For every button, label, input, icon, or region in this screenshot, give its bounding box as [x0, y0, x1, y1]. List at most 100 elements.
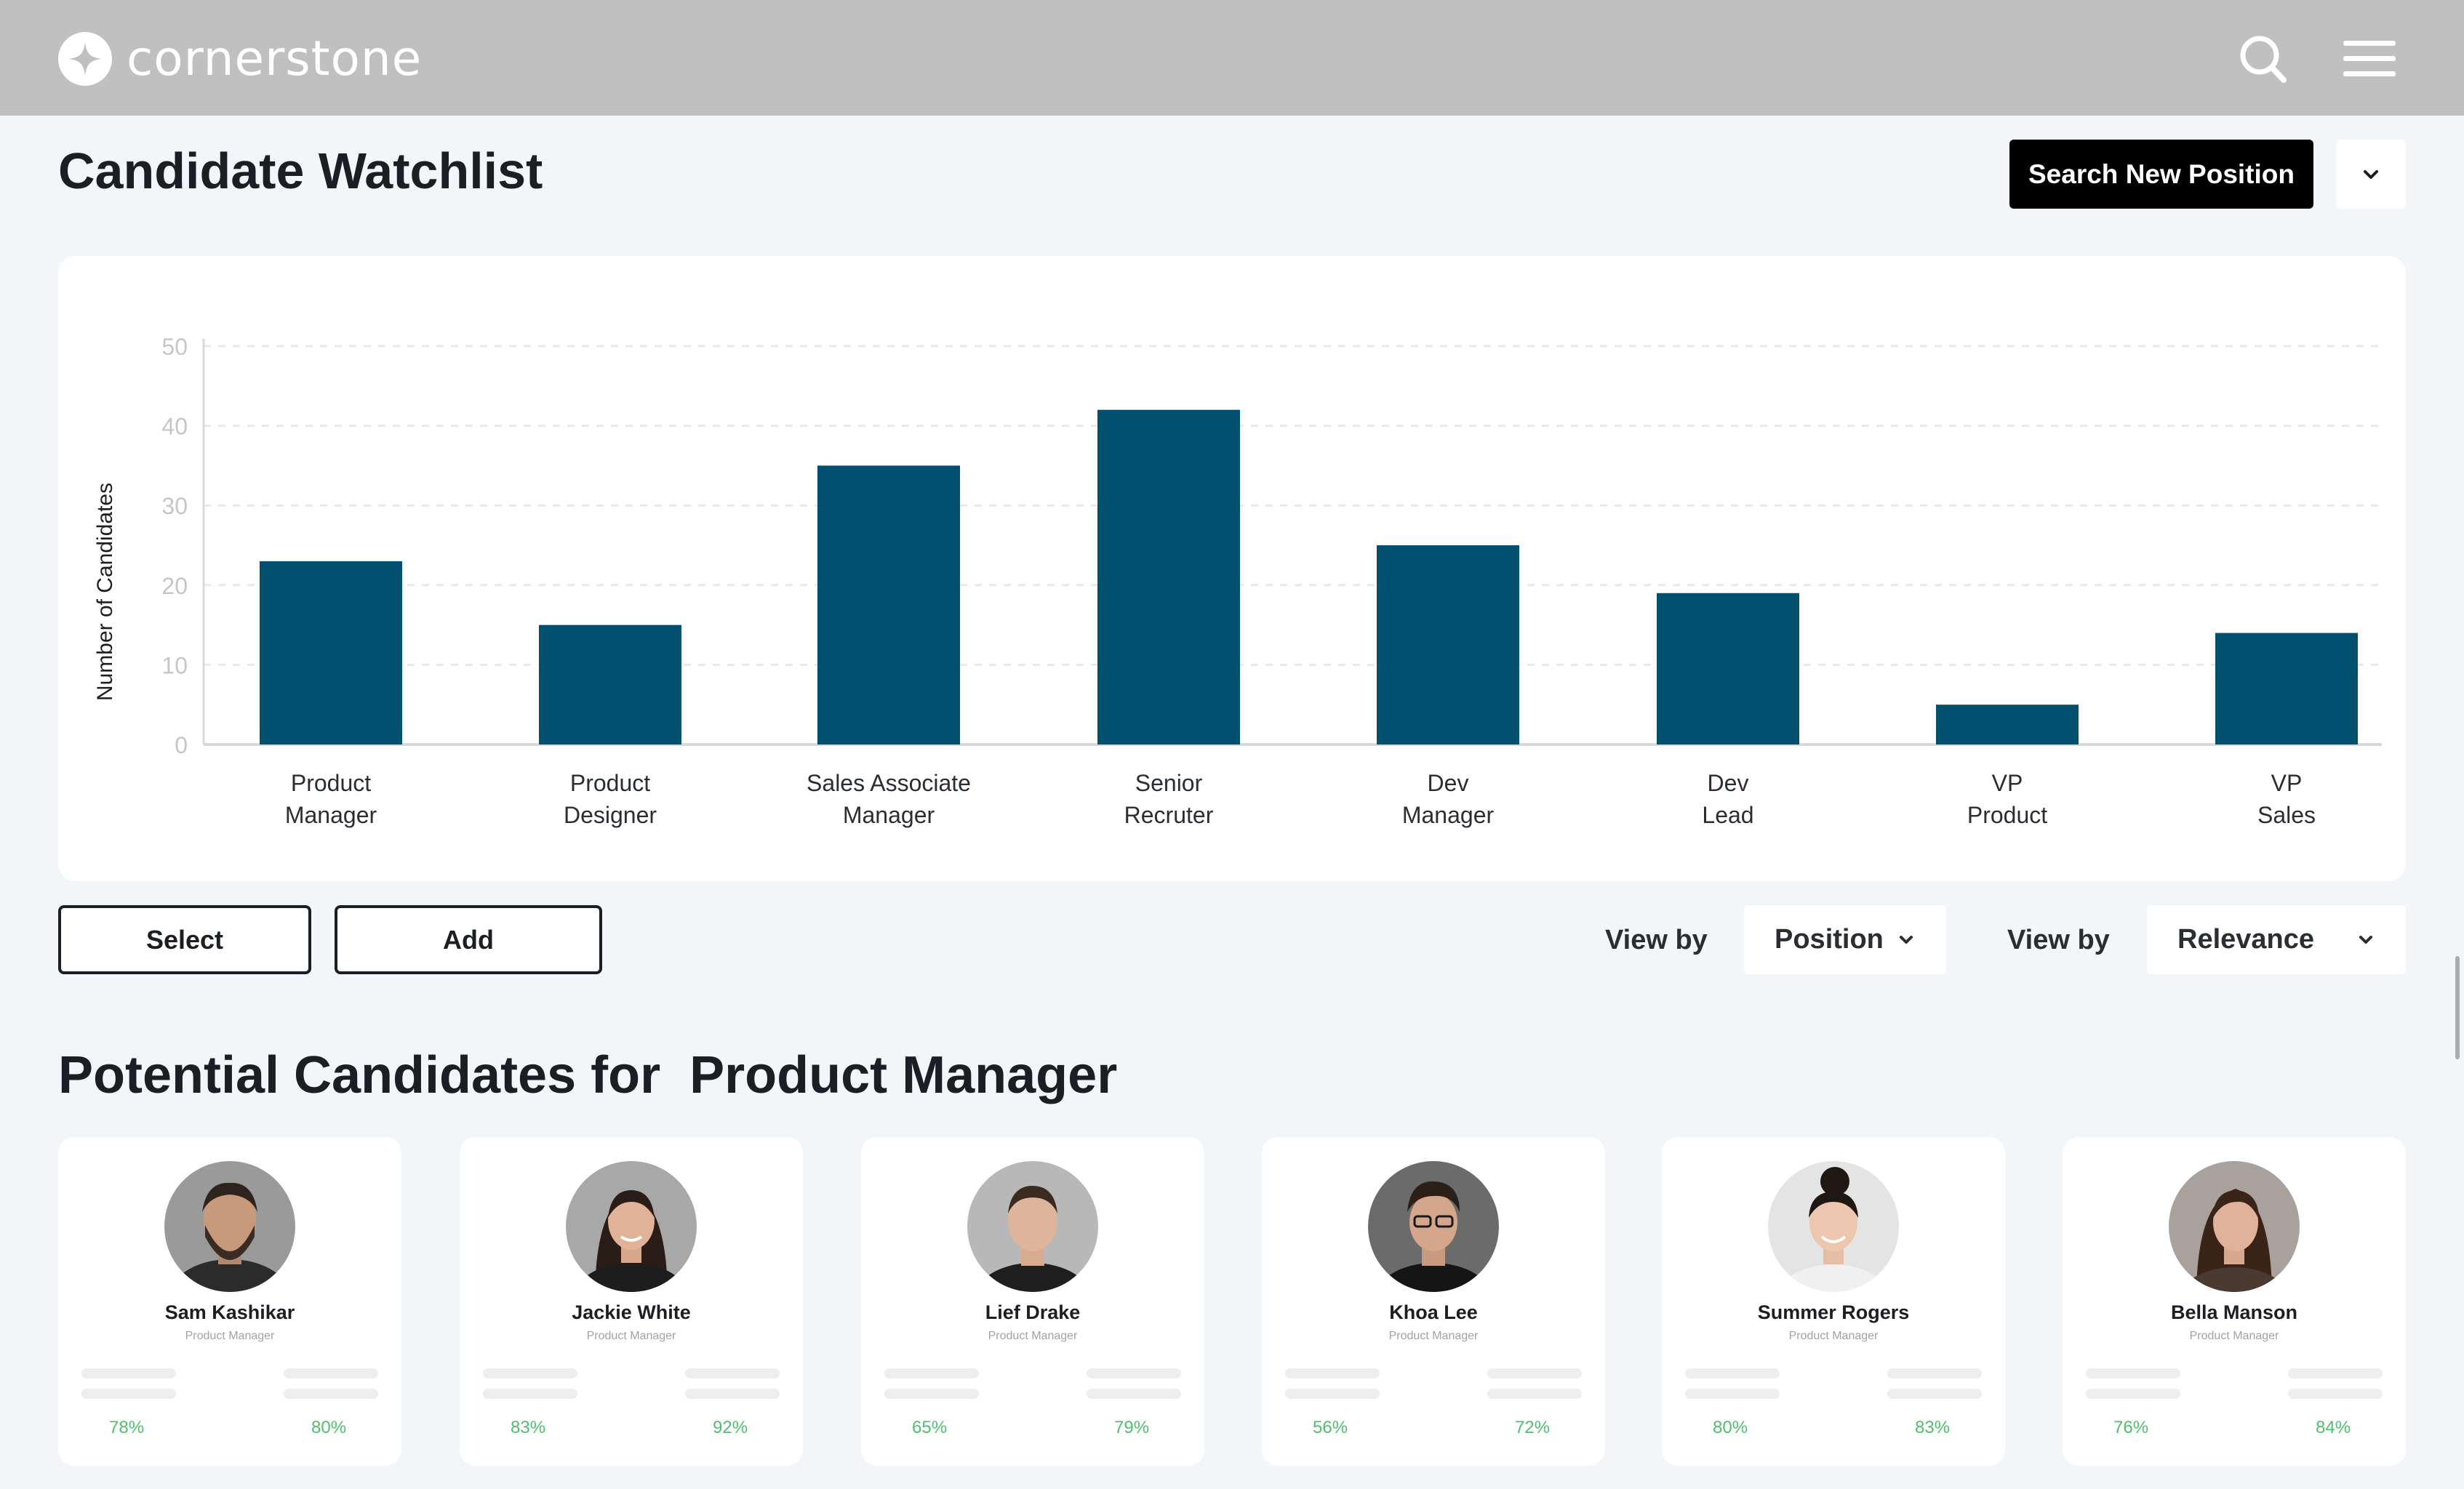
- match-score-left: 80%: [1713, 1418, 1748, 1437]
- y-tick-label: 10: [161, 652, 188, 678]
- skeleton-bar: [2086, 1389, 2180, 1399]
- skeleton-bar: [284, 1389, 378, 1399]
- page-scrollbar[interactable]: [2455, 956, 2460, 1059]
- x-tick-label: Product: [570, 770, 650, 796]
- skeleton-bar: [1887, 1368, 1982, 1378]
- chevron-down-icon: [2364, 169, 2378, 179]
- candidate-card[interactable]: Summer Rogers Product Manager 80% 83%: [1662, 1137, 2005, 1466]
- x-tick-label: VP: [2271, 770, 2303, 796]
- select-button[interactable]: Select: [58, 905, 311, 974]
- candidate-card[interactable]: Sam Kashikar Product Manager 78% 80%: [58, 1137, 401, 1466]
- candidate-card[interactable]: Jackie White Product Manager 83% 92%: [460, 1137, 803, 1466]
- chart-card: 0 10 20 30 40 50 Number of Candidates Product Ma…: [58, 256, 2406, 881]
- skeleton-bar: [1685, 1368, 1780, 1378]
- page-title: Candidate Watchlist: [58, 143, 543, 199]
- skeleton-bar: [884, 1368, 979, 1378]
- x-tick-label: VP: [1992, 770, 2023, 796]
- y-tick-label: 50: [161, 334, 188, 360]
- candidate-card[interactable]: Lief Drake Product Manager 65% 79%: [861, 1137, 1204, 1466]
- x-tick-label: Recruter: [1124, 802, 1214, 828]
- skeleton-bar: [2288, 1389, 2383, 1399]
- x-tick-label: Dev: [1428, 770, 1469, 796]
- bar[interactable]: [2215, 633, 2358, 744]
- skeleton-bar: [1487, 1368, 1582, 1378]
- x-tick-label: Lead: [1702, 802, 1753, 828]
- candidate-role: Product Manager: [1388, 1330, 1479, 1342]
- match-score-left: 83%: [511, 1418, 546, 1437]
- add-button[interactable]: Add: [335, 905, 602, 974]
- skeleton-bar: [884, 1389, 979, 1399]
- match-score-right: 79%: [1114, 1418, 1150, 1437]
- candidate-role: Product Manager: [988, 1330, 1078, 1342]
- skeleton-bar: [81, 1368, 176, 1378]
- x-tick-label: Sales: [2257, 802, 2316, 828]
- skeleton-bar: [81, 1389, 176, 1399]
- avatar: [967, 1161, 1098, 1292]
- view-by-position-dropdown[interactable]: Position: [1744, 905, 1946, 974]
- chevron-down-icon: [2359, 935, 2372, 944]
- skeleton-bar: [1887, 1389, 1982, 1399]
- bar[interactable]: [1657, 593, 1799, 744]
- x-tick-label: Product: [1967, 802, 2047, 828]
- match-score-right: 72%: [1515, 1418, 1551, 1437]
- x-tick-label: Manager: [285, 802, 377, 828]
- match-score-right: 80%: [311, 1418, 347, 1437]
- candidate-card[interactable]: Bella Manson Product Manager 76% 84%: [2063, 1137, 2406, 1466]
- skeleton-bar: [685, 1368, 780, 1378]
- candidate-name: Khoa Lee: [1389, 1301, 1478, 1323]
- top-bar: cornerstone: [0, 0, 2464, 116]
- skeleton-bar: [1087, 1389, 1181, 1399]
- candidate-name: Sam Kashikar: [164, 1301, 295, 1323]
- skeleton-bar: [1285, 1389, 1380, 1399]
- y-tick-label: 30: [161, 493, 188, 519]
- skeleton-bar: [685, 1389, 780, 1399]
- candidate-name: Bella Manson: [2170, 1301, 2298, 1323]
- view-by-label: View by: [1605, 925, 1708, 955]
- skeleton-bar: [1285, 1368, 1380, 1378]
- bar[interactable]: [1377, 545, 1519, 744]
- section-title: Potential Candidates for Product Manager: [58, 1046, 1118, 1104]
- x-tick-label: Manager: [843, 802, 935, 828]
- skeleton-bar: [1685, 1389, 1780, 1399]
- dropdown-value: Position: [1775, 924, 1884, 955]
- bar[interactable]: [539, 625, 681, 744]
- candidate-name: Jackie White: [572, 1301, 691, 1323]
- brand-logo[interactable]: cornerstone: [58, 31, 422, 87]
- candidate-role: Product Manager: [2189, 1330, 2279, 1342]
- x-tick-label: Sales Associate: [807, 770, 971, 796]
- y-axis-title: Number of Candidates: [93, 483, 117, 701]
- candidate-role: Product Manager: [185, 1330, 275, 1342]
- view-by-label: View by: [2007, 925, 2110, 955]
- candidate-card[interactable]: Khoa Lee Product Manager 56% 72%: [1262, 1137, 1605, 1466]
- x-tick-label: Designer: [564, 802, 657, 828]
- avatar: [2169, 1161, 2300, 1292]
- search-icon[interactable]: [2237, 29, 2289, 87]
- bar[interactable]: [817, 465, 960, 744]
- avatar: [1368, 1161, 1499, 1292]
- match-score-left: 65%: [912, 1418, 948, 1437]
- match-score-right: 83%: [1915, 1418, 1951, 1437]
- match-score-left: 78%: [109, 1418, 145, 1437]
- bar[interactable]: [1097, 409, 1240, 744]
- skeleton-bar: [483, 1389, 577, 1399]
- skeleton-bar: [483, 1368, 577, 1378]
- y-tick-label: 40: [161, 414, 188, 440]
- bar[interactable]: [1936, 705, 2079, 744]
- brand-name: cornerstone: [127, 31, 423, 87]
- view-by-relevance-dropdown[interactable]: Relevance: [2147, 905, 2406, 974]
- match-score-left: 76%: [2113, 1418, 2149, 1437]
- options-dropdown-button[interactable]: [2336, 140, 2406, 209]
- bar[interactable]: [260, 561, 402, 744]
- x-tick-label: Manager: [1402, 802, 1495, 828]
- skeleton-bar: [284, 1368, 378, 1378]
- match-score-right: 84%: [2316, 1418, 2351, 1437]
- hamburger-menu-icon[interactable]: [2343, 29, 2396, 87]
- x-tick-label: Dev: [1708, 770, 1749, 796]
- match-score-left: 56%: [1313, 1418, 1348, 1437]
- search-new-position-button[interactable]: Search New Position: [2009, 140, 2313, 209]
- avatar: [1768, 1161, 1899, 1292]
- skeleton-bar: [2288, 1368, 2383, 1378]
- dropdown-value: Relevance: [2177, 924, 2315, 955]
- x-tick-label: Senior: [1135, 770, 1203, 796]
- x-tick-label: Product: [291, 770, 371, 796]
